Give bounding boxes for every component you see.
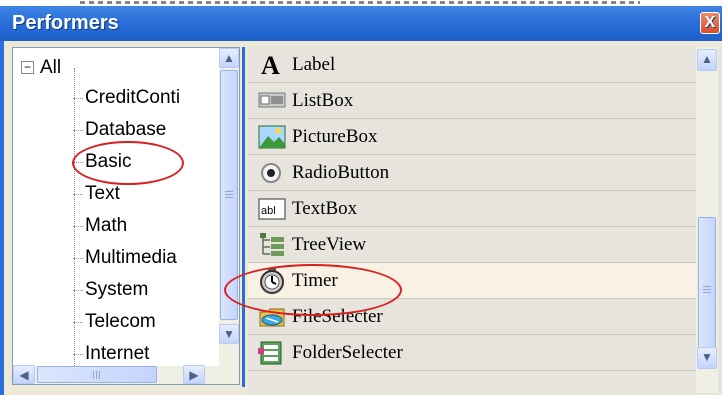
letter-a-icon: A: [261, 52, 280, 78]
svg-text:abl: abl: [261, 205, 276, 217]
tree-item-basic[interactable]: Basic: [72, 146, 132, 178]
listbox-icon: [258, 92, 286, 108]
title-bar: Performers X: [0, 6, 722, 41]
collapse-icon[interactable]: −: [21, 61, 34, 75]
tree-item-system[interactable]: System: [72, 274, 149, 306]
tree-scroll-left-button[interactable]: ◀: [13, 365, 35, 384]
tree-item-label: Text: [85, 183, 120, 204]
window-title: Performers: [12, 12, 119, 34]
folder-selecter-icon: [258, 341, 282, 365]
stopwatch-icon: [260, 268, 284, 294]
component-item-label[interactable]: A Label: [248, 47, 696, 83]
tree-root-item[interactable]: − All: [21, 52, 61, 84]
performers-window: Performers X − All CreditConti Database B…: [0, 6, 722, 395]
tree-scroll-up-button[interactable]: ▲: [219, 48, 239, 68]
tree-item-internet[interactable]: Internet: [72, 338, 150, 366]
list-scroll-down-button[interactable]: ▼: [697, 347, 717, 369]
tree-item-label: System: [85, 279, 149, 300]
chevron-down-icon: ▼: [223, 327, 235, 341]
textbox-icon: abl: [258, 198, 286, 220]
tree-item-text[interactable]: Text: [73, 178, 120, 210]
component-item-listbox[interactable]: ListBox: [248, 83, 696, 119]
component-label: Timer: [292, 270, 338, 291]
component-label: TextBox: [292, 198, 358, 219]
tree-item-telecom[interactable]: Telecom: [73, 306, 156, 338]
grip-icon: [225, 191, 233, 199]
chevron-down-icon: ▼: [701, 350, 713, 364]
chevron-left-icon: ◀: [19, 368, 29, 382]
tree-item-database[interactable]: Database: [72, 114, 167, 146]
component-item-fileselecter[interactable]: FileSelecter: [248, 299, 696, 335]
tree-item-multimedia[interactable]: Multimedia: [73, 242, 177, 274]
component-label: PictureBox: [292, 126, 378, 147]
component-item-textbox[interactable]: abl TextBox: [248, 191, 696, 227]
svg-text:A: A: [261, 52, 280, 78]
radio-button-icon: [261, 163, 281, 183]
tree-item-label: Telecom: [85, 311, 156, 332]
tree-item-creditcont[interactable]: CreditConti: [72, 82, 181, 114]
component-label: TreeView: [292, 234, 367, 255]
component-item-treeview[interactable]: TreeView: [248, 227, 696, 263]
component-label: Label: [292, 54, 336, 75]
pane-splitter[interactable]: [240, 47, 246, 387]
component-list[interactable]: A Label ListBox PictureBox RadioButton a…: [248, 47, 722, 395]
tree-scroll-down-button[interactable]: ▼: [219, 324, 239, 344]
tree-scroll-right-button[interactable]: ▶: [183, 365, 205, 384]
picture-icon: [258, 125, 286, 149]
tree-item-label: Basic: [85, 151, 132, 172]
component-item-picturebox[interactable]: PictureBox: [248, 119, 696, 155]
tree-hscroll-thumb[interactable]: [37, 366, 157, 383]
tree-item-label: Database: [85, 119, 167, 140]
tree-item-label: CreditConti: [85, 87, 181, 108]
tree-item-label: Internet: [85, 343, 150, 364]
list-scroll-thumb[interactable]: [698, 217, 716, 363]
component-item-folderselecter[interactable]: FolderSelecter: [248, 335, 696, 371]
tree-item-label: Multimedia: [85, 247, 177, 268]
window-left-border: [0, 41, 10, 395]
tree-item-math[interactable]: Math: [72, 210, 128, 242]
component-label: FileSelecter: [292, 306, 383, 327]
chevron-up-icon: ▲: [223, 51, 235, 65]
category-tree[interactable]: − All CreditConti Database Basic Text Mat…: [12, 47, 240, 385]
component-label: RadioButton: [292, 162, 390, 183]
tree-root-label: All: [40, 57, 62, 78]
chevron-right-icon: ▶: [189, 368, 199, 382]
treeview-icon: [260, 233, 284, 256]
grip-icon: [93, 370, 101, 379]
tree-horizontal-scrollbar[interactable]: ◀ ▶: [13, 365, 239, 384]
component-item-timer[interactable]: Timer: [248, 263, 696, 299]
file-selecter-icon: [259, 308, 285, 327]
grip-icon: [703, 286, 711, 294]
tree-list: − All CreditConti Database Basic Text Mat…: [13, 48, 219, 366]
tree-vertical-scrollbar[interactable]: ▲ ▼: [219, 48, 239, 366]
close-icon: X: [704, 14, 716, 31]
list-scroll-up-button[interactable]: ▲: [697, 49, 717, 71]
component-item-radiobutton[interactable]: RadioButton: [248, 155, 696, 191]
component-label: ListBox: [292, 90, 354, 111]
component-label: FolderSelecter: [292, 342, 403, 363]
close-button[interactable]: X: [700, 12, 720, 34]
chevron-up-icon: ▲: [701, 52, 713, 66]
tree-scroll-thumb[interactable]: [220, 70, 238, 320]
component-list-scrollbar[interactable]: ▲ ▼: [696, 47, 718, 393]
tree-item-label: Math: [85, 215, 128, 236]
